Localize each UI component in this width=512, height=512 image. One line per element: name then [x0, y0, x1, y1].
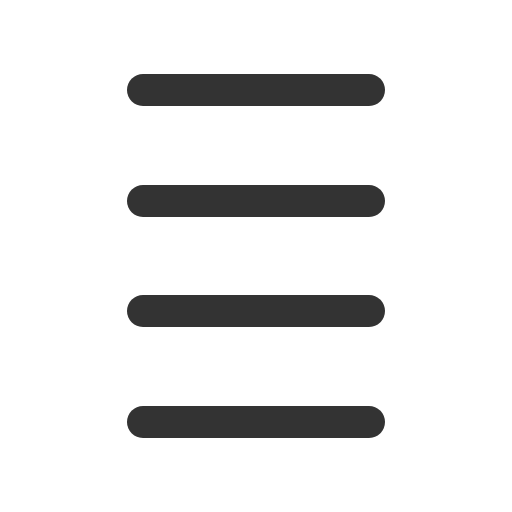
menu-icon-graphic	[127, 74, 385, 438]
menu-icon[interactable]	[0, 0, 512, 512]
menu-line-2-icon	[127, 185, 385, 217]
menu-line-4-icon	[127, 406, 385, 438]
icon-canvas	[0, 0, 512, 512]
menu-line-1-icon	[127, 74, 385, 106]
menu-line-3-icon	[127, 295, 385, 327]
